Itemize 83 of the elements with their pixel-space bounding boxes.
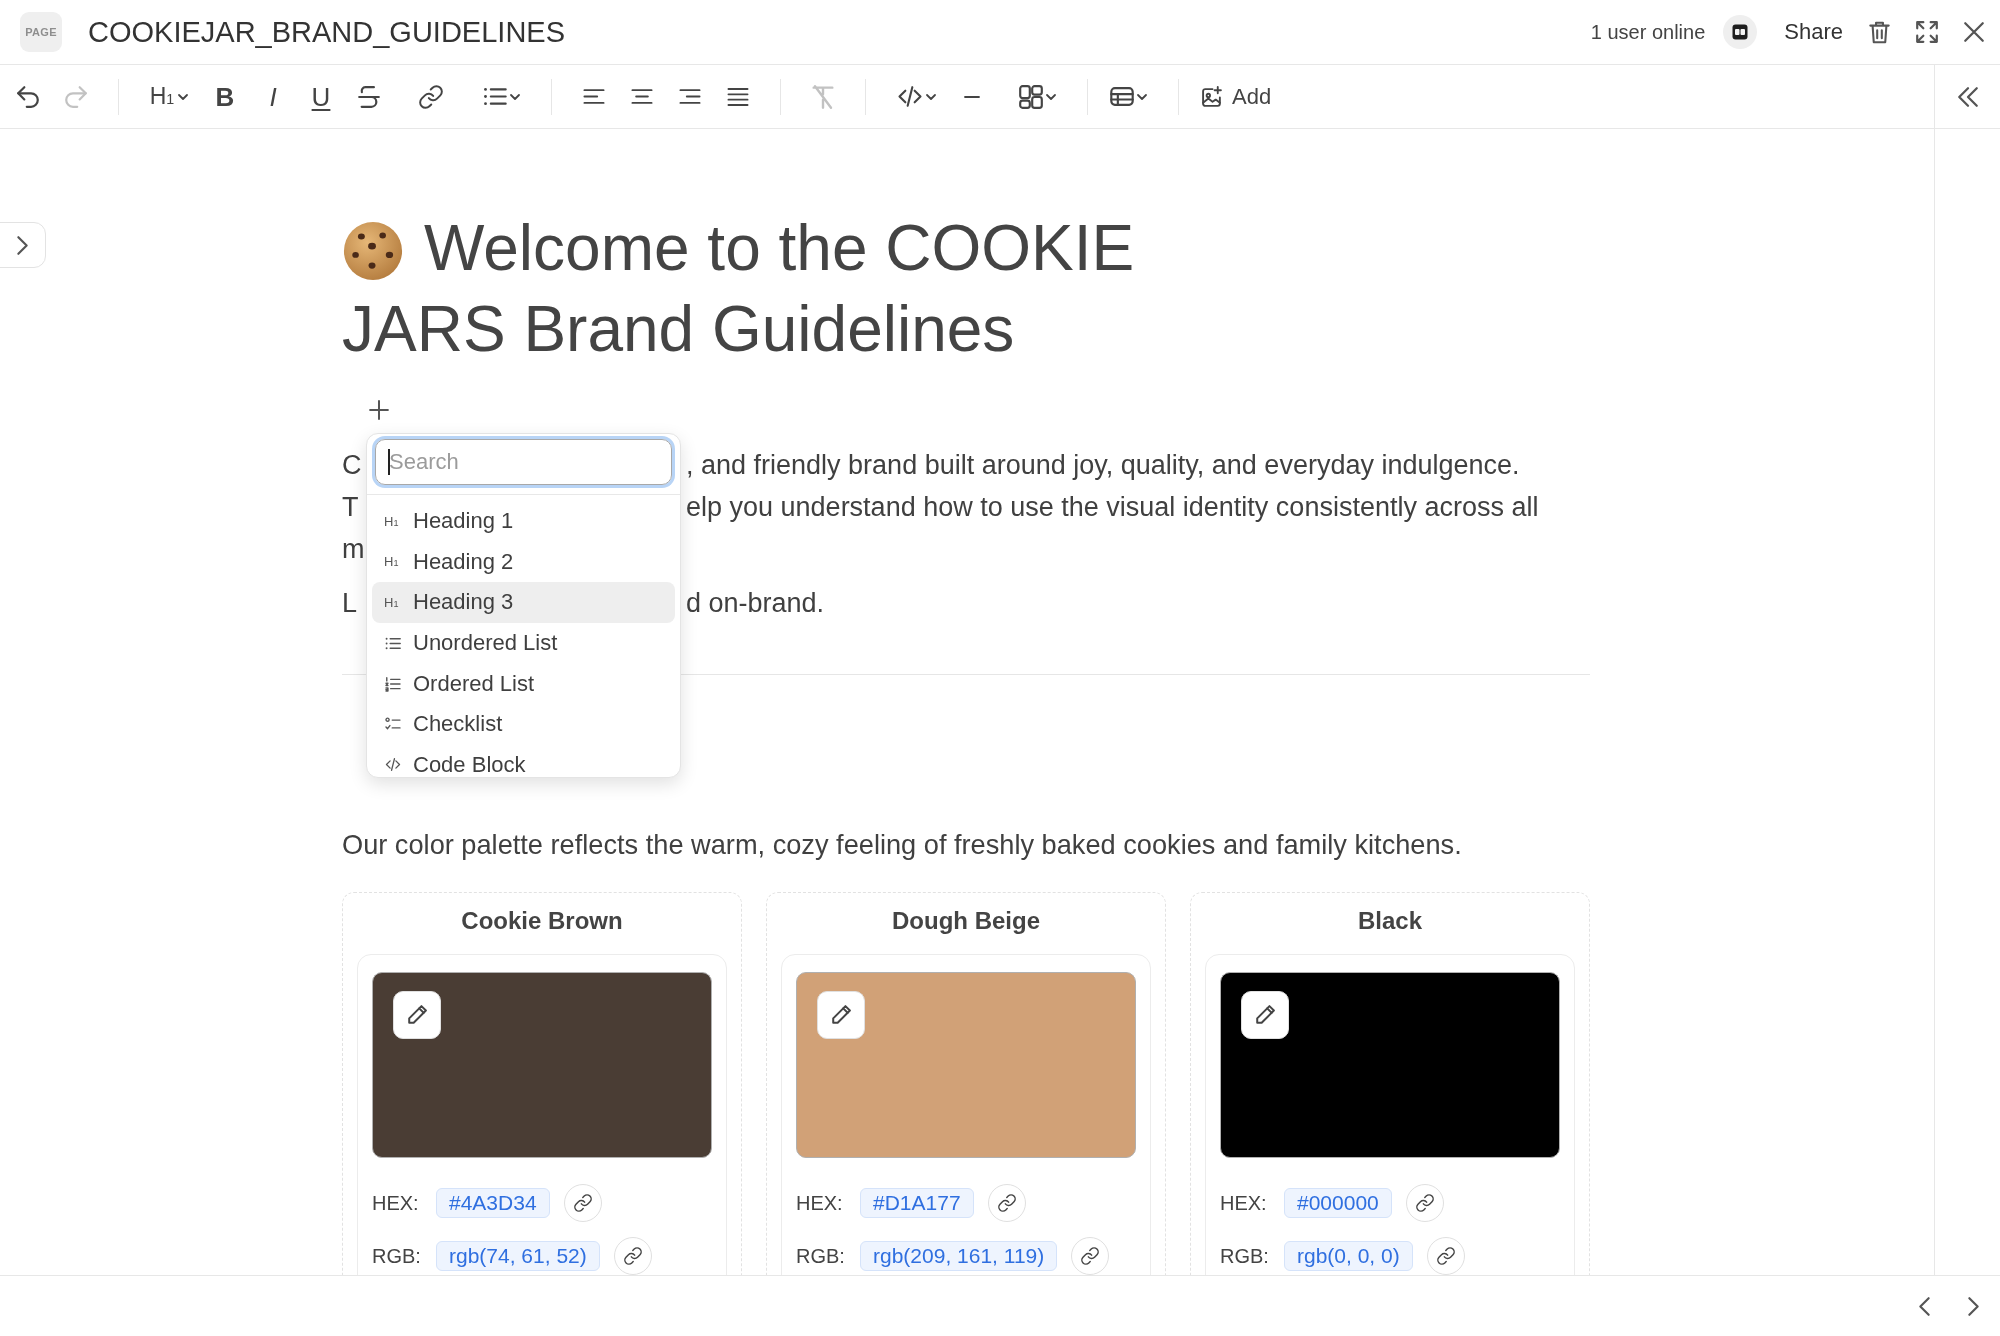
paragraph-text: L: [342, 588, 358, 618]
rgb-code: rgb(209, 161, 119): [860, 1241, 1058, 1271]
hex-code: #4A3D34: [436, 1188, 550, 1218]
paragraph-text: d on-brand.: [686, 587, 825, 620]
paragraph-text: m: [342, 534, 365, 564]
pencil-icon: [1255, 1005, 1275, 1025]
edit-button[interactable]: [1241, 991, 1289, 1039]
paragraph-text: elp you understand how to use the visual identity consistently across all: [686, 491, 1539, 524]
close-icon[interactable]: [1964, 22, 1984, 42]
paragraph-text: , and friendly brand built around joy, quality, and everyday indulgence.: [686, 449, 1520, 482]
sidebar-toggle-button[interactable]: [0, 222, 46, 268]
card-icon[interactable]: [1723, 15, 1758, 49]
color-name: Dough Beige: [892, 906, 1040, 936]
code-icon: [385, 758, 401, 772]
color-name: Cookie Brown: [461, 906, 623, 936]
rgb-code: rgb(74, 61, 52): [436, 1241, 600, 1271]
copy-link-button[interactable]: [1071, 1237, 1110, 1275]
layout-icon[interactable]: [1018, 84, 1043, 109]
rgb-label: RGB:: [372, 1244, 421, 1267]
hex-label: HEX:: [372, 1191, 419, 1214]
table-icon[interactable]: [1109, 87, 1134, 106]
collapse-panel-icon[interactable]: [1957, 86, 1978, 107]
paragraph-text: T: [342, 492, 359, 522]
document-title: COOKIEJAR_BRAND_GUIDELINES: [88, 15, 565, 49]
page-badge: PAGE: [20, 12, 62, 52]
share-button[interactable]: Share: [1784, 19, 1843, 45]
page-title: JARS Brand Guidelines: [342, 292, 1015, 367]
add-button[interactable]: Add: [1201, 78, 1272, 115]
link-icon[interactable]: [419, 84, 443, 109]
link-icon: [1415, 1194, 1434, 1212]
chevron-right-icon[interactable]: [1968, 1296, 1979, 1316]
bulleted-list-icon[interactable]: [482, 87, 507, 106]
section-intro: Our color palette reflects the warm, cozy feeling of freshly baked cookies and family kitchens.: [342, 828, 1462, 862]
align-left-icon[interactable]: [583, 88, 605, 105]
link-icon: [1081, 1247, 1100, 1265]
fullscreen-icon[interactable]: [1916, 21, 1938, 43]
edit-button[interactable]: [393, 991, 441, 1039]
horizontal-rule-icon[interactable]: [964, 95, 980, 98]
chevron-left-icon[interactable]: [1919, 1296, 1930, 1316]
copy-link-button[interactable]: [563, 1184, 602, 1222]
trash-icon[interactable]: [1869, 20, 1890, 44]
pencil-icon: [407, 1005, 427, 1025]
menu-item[interactable]: Checklist: [372, 703, 675, 745]
edit-button[interactable]: [817, 991, 865, 1039]
undo-icon[interactable]: [17, 85, 39, 108]
hex-label: HEX:: [1220, 1191, 1267, 1214]
copy-link-button[interactable]: [987, 1184, 1026, 1222]
color-name: Black: [1357, 906, 1422, 936]
hex-label: HEX:: [796, 1191, 843, 1214]
menu-item[interactable]: Unordered List: [372, 622, 675, 664]
align-center-icon[interactable]: [631, 88, 653, 105]
copy-link-button[interactable]: [1426, 1237, 1465, 1275]
checklist-icon: [385, 717, 401, 732]
menu-item[interactable]: Ordered List: [372, 663, 675, 704]
align-right-icon[interactable]: [679, 88, 701, 105]
link-icon: [1436, 1247, 1455, 1265]
rgb-label: RGB:: [796, 1244, 845, 1267]
hex-code: #D1A177: [860, 1188, 974, 1218]
justify-icon[interactable]: [727, 87, 749, 106]
cookie-icon: [342, 219, 404, 282]
italic-button[interactable]: I: [255, 78, 291, 115]
pencil-icon: [831, 1005, 851, 1025]
link-icon: [623, 1247, 642, 1265]
paragraph-text: C: [342, 450, 362, 480]
bold-button[interactable]: B: [207, 78, 243, 115]
page-title: Welcome to the COOKIE: [424, 211, 1135, 286]
plus-icon[interactable]: [369, 400, 389, 420]
numbered-list-icon: [385, 676, 401, 691]
underline-button[interactable]: U: [303, 78, 339, 115]
menu-item[interactable]: Code Block: [372, 744, 675, 777]
link-icon: [573, 1194, 592, 1212]
link-icon: [997, 1194, 1016, 1212]
rgb-label: RGB:: [1220, 1244, 1269, 1267]
copy-link-button[interactable]: [1405, 1184, 1444, 1222]
copy-link-button[interactable]: [613, 1237, 652, 1275]
chevron-right-icon: [17, 235, 28, 255]
presence-status: 1 user online: [1590, 20, 1706, 44]
image-plus-icon: [1201, 85, 1223, 108]
code-icon[interactable]: [896, 86, 923, 107]
rgb-code: rgb(0, 0, 0): [1284, 1241, 1413, 1271]
strikethrough-icon[interactable]: [358, 85, 380, 108]
hex-code: #000000: [1284, 1188, 1392, 1218]
bulleted-list-icon: [385, 636, 401, 650]
